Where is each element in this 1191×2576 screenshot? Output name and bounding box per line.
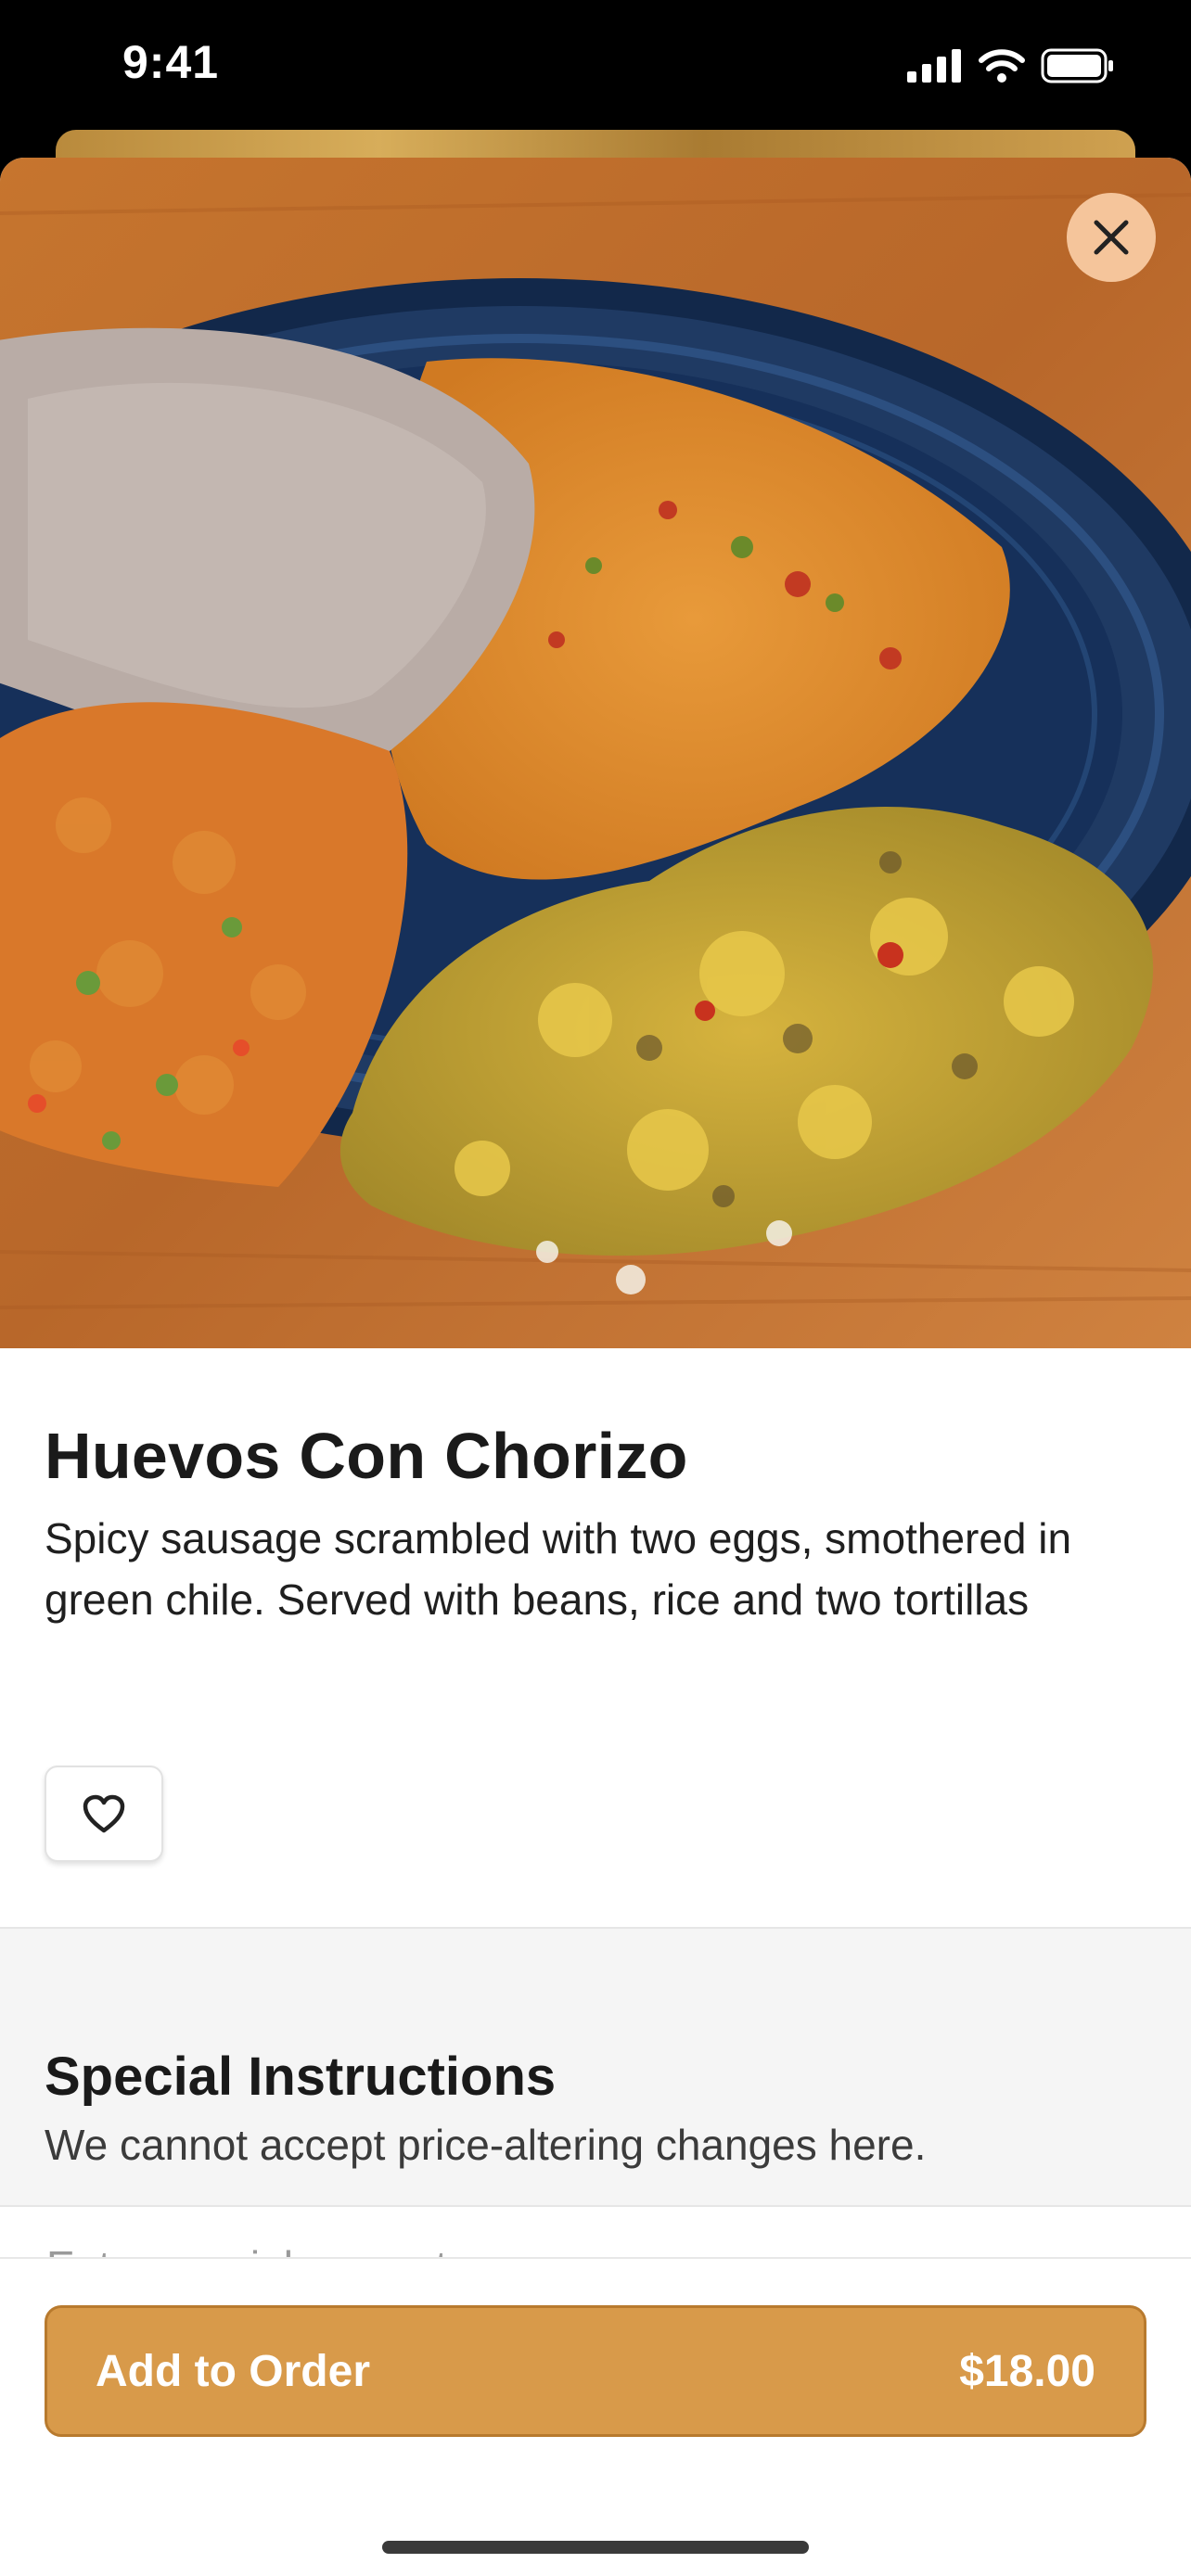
order-footer: Add to Order $18.00: [0, 2257, 1191, 2576]
special-instructions-note: We cannot accept price-altering changes …: [45, 2121, 927, 2169]
item-detail-sheet: Huevos Con Chorizo Spicy sausage scrambl…: [0, 158, 1191, 2576]
item-title: Huevos Con Chorizo: [45, 1420, 688, 1492]
order-price: $18.00: [959, 2346, 1095, 2396]
item-description: Spicy sausage scrambled with two eggs, s…: [45, 1514, 1072, 1624]
status-icons: [907, 48, 1115, 83]
favorite-button[interactable]: [45, 1766, 163, 1862]
add-to-order-button[interactable]: Add to Order $18.00: [45, 2305, 1146, 2437]
special-instructions-section: Special Instructions We cannot accept pr…: [0, 1927, 1191, 2207]
status-bar: 9:41: [0, 0, 1191, 139]
home-indicator: [382, 2541, 809, 2554]
item-info: Huevos Con Chorizo Spicy sausage scrambl…: [45, 1419, 1146, 1630]
close-button[interactable]: [1067, 193, 1156, 282]
special-instructions-title: Special Instructions: [45, 2047, 557, 2107]
close-icon: [1094, 220, 1129, 255]
item-photo: [0, 158, 1191, 1348]
heart-outline-icon: [83, 1794, 125, 1833]
add-to-order-label: Add to Order: [96, 2346, 370, 2396]
wifi-icon: [979, 49, 1025, 83]
battery-icon: [1041, 48, 1113, 83]
status-time: 9:41: [122, 36, 220, 88]
cellular-signal-icon: [907, 49, 961, 83]
